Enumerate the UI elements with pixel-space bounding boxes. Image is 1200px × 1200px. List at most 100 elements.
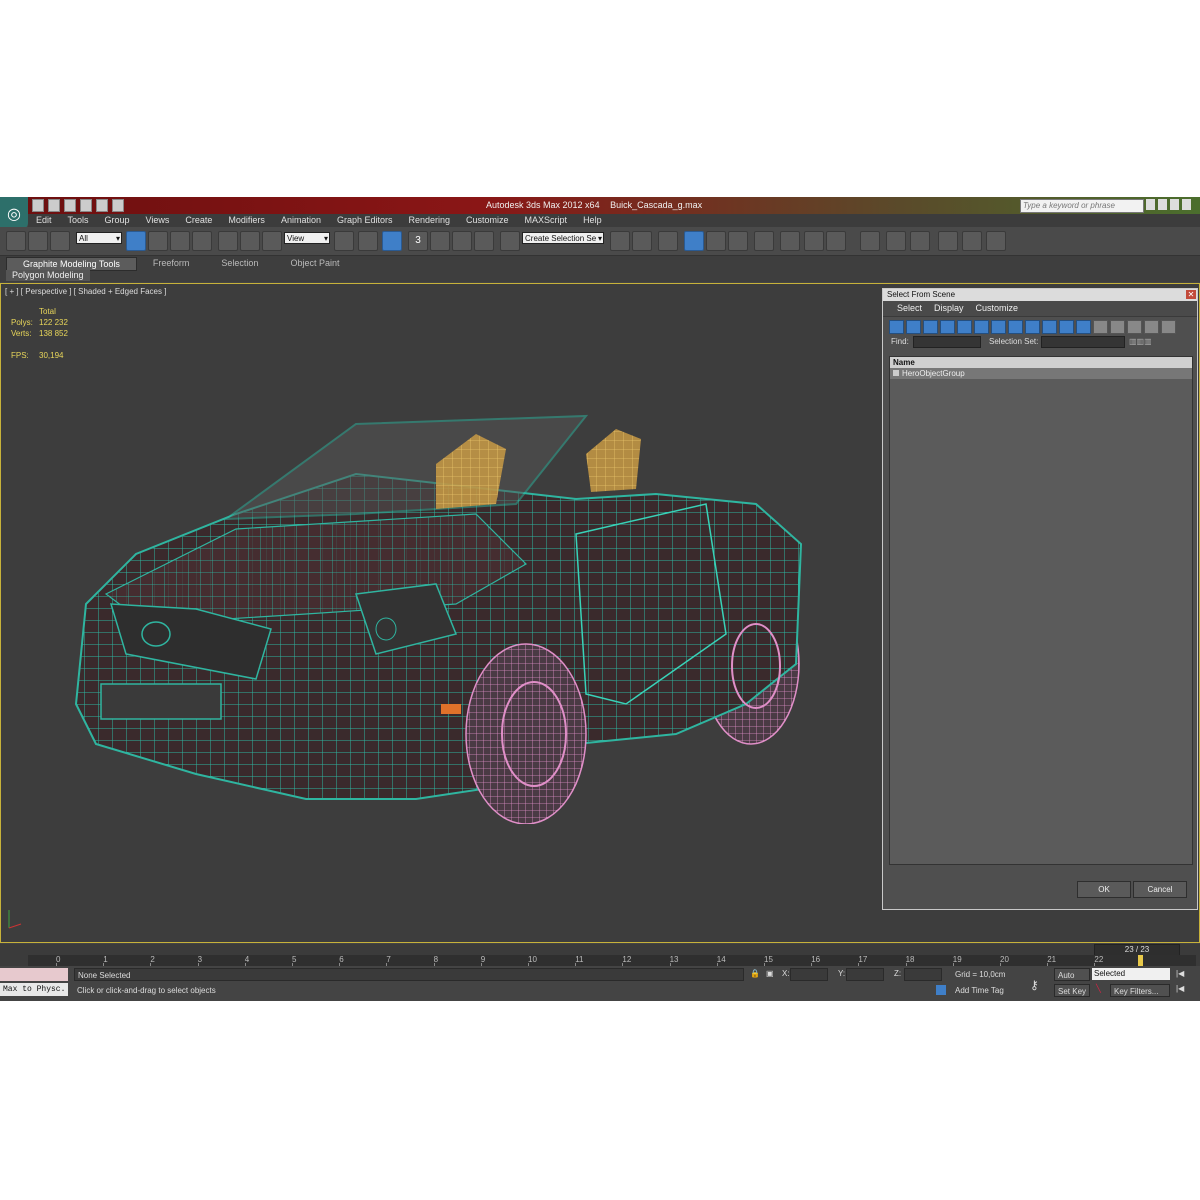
menu-views[interactable]: Views (138, 214, 178, 227)
select-by-name-icon[interactable] (148, 231, 168, 251)
snaps-toggle-icon[interactable]: 3 (408, 231, 428, 251)
filter-geometry-icon[interactable] (889, 320, 904, 334)
undo-icon[interactable] (80, 199, 92, 212)
graphite-toggle-icon[interactable] (684, 231, 704, 251)
absolute-mode-icon[interactable]: ▣ (766, 969, 774, 978)
set-key-mode-icon[interactable]: ⚷ (1030, 978, 1039, 992)
batch-render-icon[interactable] (910, 231, 930, 251)
edit-named-selection-icon[interactable] (500, 231, 520, 251)
communication-center-icon[interactable] (1158, 199, 1167, 210)
search-input[interactable]: Type a keyword or phrase (1020, 199, 1144, 213)
select-none-icon[interactable] (1110, 320, 1125, 334)
go-to-start-icon[interactable]: |◀ (1176, 969, 1184, 978)
selection-set-dropdown[interactable] (1041, 336, 1125, 348)
favorites-star-icon[interactable] (1170, 199, 1179, 210)
scale-icon[interactable] (262, 231, 282, 251)
rotate-icon[interactable] (240, 231, 260, 251)
filter-helpers-icon[interactable] (957, 320, 972, 334)
timeline-track[interactable]: 0 1 2 3 4 5 6 7 8 9 10 11 12 13 14 15 16 17 18 19 20 21 22 (28, 955, 1196, 966)
render-setup-icon[interactable] (780, 231, 800, 251)
keyboard-shortcut-override-icon[interactable] (382, 231, 402, 251)
redo-icon[interactable] (96, 199, 108, 212)
filter-options-icon[interactable] (1161, 320, 1176, 334)
animation-tool-3-icon[interactable] (986, 231, 1006, 251)
binoculars-icon[interactable] (1146, 199, 1155, 210)
menu-rendering[interactable]: Rendering (401, 214, 459, 227)
named-selection-set-dropdown[interactable]: Create Selection Se (522, 232, 604, 245)
menu-modifiers[interactable]: Modifiers (220, 214, 273, 227)
menu-graph-editors[interactable]: Graph Editors (329, 214, 401, 227)
select-manipulate-icon[interactable] (358, 231, 378, 251)
project-folder-icon[interactable] (112, 199, 124, 212)
dialog-menu-customize[interactable]: Customize (970, 301, 1025, 316)
layer-manager-icon[interactable] (658, 231, 678, 251)
reference-coordinate-dropdown[interactable]: View (284, 232, 330, 245)
filter-spacewarps-icon[interactable] (974, 320, 989, 334)
dialog-menu-select[interactable]: Select (891, 301, 928, 316)
pivot-center-icon[interactable] (334, 231, 354, 251)
help-icon[interactable] (1182, 199, 1191, 210)
open-file-icon[interactable] (48, 199, 60, 212)
window-crossing-icon[interactable] (192, 231, 212, 251)
column-header-name[interactable]: Name (890, 357, 1192, 368)
filter-hidden-icon[interactable] (1076, 320, 1091, 334)
x-coordinate-input[interactable] (790, 968, 828, 981)
link-icon[interactable] (6, 231, 26, 251)
animation-tool-1-icon[interactable] (938, 231, 958, 251)
animation-tool-2-icon[interactable] (962, 231, 982, 251)
align-icon[interactable] (632, 231, 652, 251)
current-frame-marker[interactable] (1137, 955, 1143, 966)
object-list[interactable]: Name HeroObjectGroup (889, 356, 1193, 865)
key-selection-dropdown[interactable]: Selected (1092, 968, 1170, 980)
select-invert-icon[interactable] (1127, 320, 1142, 334)
add-time-tag[interactable]: Add Time Tag (952, 984, 1020, 997)
select-object-icon[interactable] (126, 231, 146, 251)
unlink-icon[interactable] (28, 231, 48, 251)
container-icon[interactable] (860, 231, 880, 251)
lock-selection-icon[interactable]: 🔒 (750, 969, 760, 978)
bind-space-warp-icon[interactable] (50, 231, 70, 251)
render-production-icon[interactable] (826, 231, 846, 251)
selection-set-options-icon[interactable]: ▥▥▥ (1129, 337, 1152, 346)
cancel-button[interactable]: Cancel (1133, 881, 1187, 898)
tab-freeform[interactable]: Freeform (137, 257, 206, 269)
select-all-icon[interactable] (1093, 320, 1108, 334)
curve-editor-icon[interactable] (706, 231, 726, 251)
filter-shapes-icon[interactable] (906, 320, 921, 334)
app-logo-icon[interactable]: ◎ (0, 197, 28, 229)
z-coordinate-input[interactable] (904, 968, 942, 981)
viewport-label[interactable]: [ + ] [ Perspective ] [ Shaded + Edged F… (5, 287, 166, 296)
tab-object-paint[interactable]: Object Paint (274, 257, 355, 269)
rendered-frame-window-icon[interactable] (804, 231, 824, 251)
menu-create[interactable]: Create (177, 214, 220, 227)
list-item[interactable]: HeroObjectGroup (890, 368, 1192, 379)
auto-key-button[interactable]: Auto Key (1054, 968, 1090, 993)
filter-frozen-icon[interactable] (1059, 320, 1074, 334)
dialog-menu-display[interactable]: Display (928, 301, 970, 316)
maxscript-listener[interactable]: Max to Physc. (0, 983, 68, 996)
filter-funnel-icon[interactable] (1144, 320, 1159, 334)
menu-tools[interactable]: Tools (60, 214, 97, 227)
selection-filter-dropdown[interactable]: All (76, 232, 122, 245)
ok-button[interactable]: OK (1077, 881, 1131, 898)
percent-snap-icon[interactable] (452, 231, 472, 251)
mirror-icon[interactable] (610, 231, 630, 251)
scene-states-icon[interactable] (886, 231, 906, 251)
tab-selection[interactable]: Selection (205, 257, 274, 269)
move-icon[interactable] (218, 231, 238, 251)
filter-lights-icon[interactable] (923, 320, 938, 334)
filter-bones-icon[interactable] (1025, 320, 1040, 334)
time-tag-icon[interactable] (936, 985, 946, 995)
menu-help[interactable]: Help (575, 214, 610, 227)
play-controls-icon[interactable]: |◀ (1176, 984, 1184, 993)
menu-maxscript[interactable]: MAXScript (517, 214, 576, 227)
material-editor-icon[interactable] (754, 231, 774, 251)
y-coordinate-input[interactable] (846, 968, 884, 981)
key-pen-icon[interactable]: ╲ (1096, 984, 1101, 993)
rectangular-selection-icon[interactable] (170, 231, 190, 251)
filter-containers-icon[interactable] (1042, 320, 1057, 334)
menu-edit[interactable]: Edit (28, 214, 60, 227)
angle-snap-icon[interactable] (430, 231, 450, 251)
polygon-modeling-panel[interactable]: Polygon Modeling (6, 270, 90, 281)
spinner-snap-icon[interactable] (474, 231, 494, 251)
